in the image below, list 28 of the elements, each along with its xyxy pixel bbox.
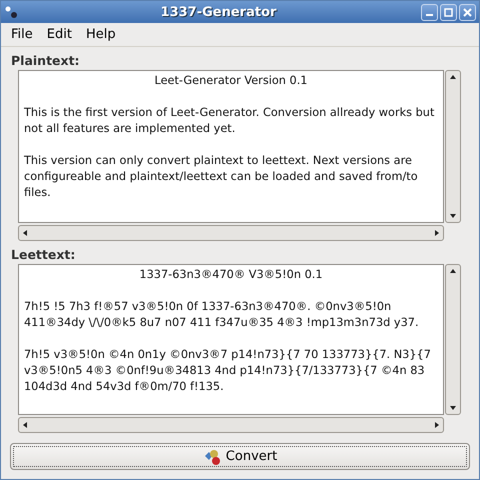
app-icon — [4, 5, 18, 19]
scroll-arrow-icon[interactable] — [433, 421, 441, 429]
scroll-arrow-icon[interactable] — [21, 421, 29, 429]
scroll-arrow-icon[interactable] — [449, 404, 457, 412]
maximize-button[interactable] — [440, 4, 457, 20]
scroll-arrow-icon[interactable] — [433, 229, 441, 237]
close-button[interactable] — [459, 4, 476, 20]
menu-item[interactable]: Edit — [40, 26, 78, 43]
section-label: Leettext: — [10, 246, 76, 264]
minimize-button[interactable] — [421, 4, 438, 20]
menu-item[interactable]: File — [5, 26, 39, 43]
horizontal-scrollbar[interactable] — [18, 225, 444, 241]
minimize-icon — [426, 14, 433, 16]
vertical-scrollbar[interactable] — [445, 70, 461, 223]
text-area[interactable]: 1337-63n3®470® V3®5!0n 0.1 7h!5 !5 7h3 f!®57 v3®5!0n 0f 1337-63n3®470®. ©0nv3®5!0n 411®34dy \/\/0®k5 8u7 n07 411 f347u®35 4®3 !mp13m3n73d y37. 7h!5 v3®5!0n ©4n 0n1y ©0nv3®7 p14!n73}{7 70 133773}{7. N3}{7 v3®5!0n5 4®3 ©0nf!9u®34813 4nd p14!n73}{7/133773}{7 ©4n 83 104d3d 4nd 54v3d f®0m/70 f!135. — [18, 264, 444, 415]
text-area[interactable]: Leet-Generator Version 0.1 This is the first version of Leet-Generator. Conversion allready works but not all features are implemented yet. This version can only convert plaintext to leettext. Next versions are configureable and plaintext/leettext can be loaded and saved from/to files. — [18, 70, 444, 223]
scroll-arrow-icon[interactable] — [449, 212, 457, 220]
vertical-scrollbar[interactable] — [445, 264, 461, 415]
scroll-arrow-icon[interactable] — [449, 267, 457, 275]
close-icon — [463, 8, 472, 16]
horizontal-scrollbar[interactable] — [18, 417, 444, 433]
maximize-icon — [444, 8, 453, 16]
section-label: Plaintext: — [10, 52, 81, 70]
window-title: 1337-Generator — [160, 4, 278, 20]
menu-item[interactable]: Help — [80, 26, 122, 43]
scroll-arrow-icon[interactable] — [21, 229, 29, 237]
convert-button[interactable]: Convert — [10, 443, 470, 470]
scroll-arrow-icon[interactable] — [449, 73, 457, 81]
